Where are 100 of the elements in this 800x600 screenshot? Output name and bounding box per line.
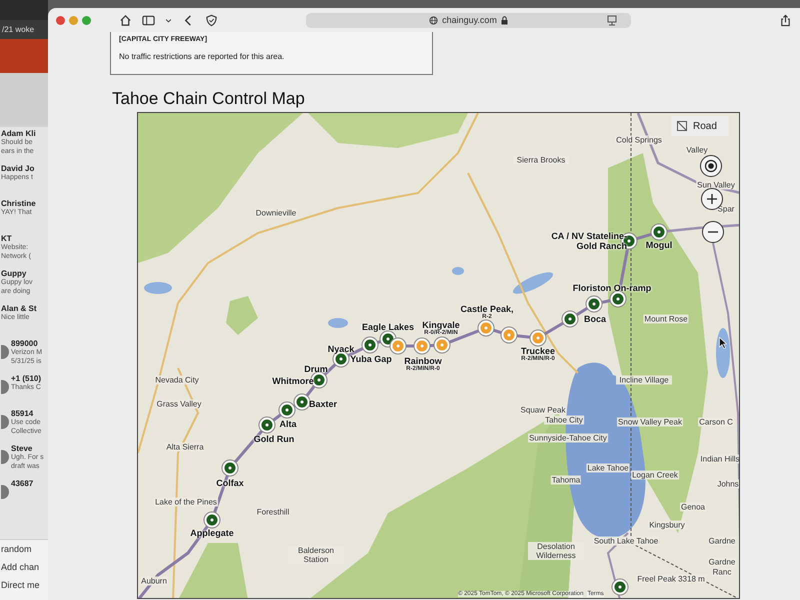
- place-label: Squaw Peak: [520, 406, 566, 414]
- station-label: Rainbow: [404, 356, 442, 366]
- contact-name: Alan & St: [1, 304, 37, 313]
- conversation-item[interactable]: 43687: [0, 477, 48, 512]
- station-marker[interactable]: [380, 332, 396, 346]
- contact-name: 43687: [11, 479, 34, 488]
- place-label: Sierra Brooks: [513, 156, 569, 164]
- station-marker[interactable]: [610, 292, 626, 306]
- place-label: Balderson Station: [288, 546, 344, 564]
- share-icon[interactable]: [779, 14, 792, 26]
- place-label: Lake of the Pines: [154, 498, 218, 506]
- app-title-bar: [0, 0, 48, 20]
- place-label: Gardne: [708, 536, 736, 546]
- contact-name: Adam Kli: [1, 129, 36, 138]
- place-label: Sunnyside-Tahoe City: [528, 434, 608, 442]
- station-label: CA / NV Stateline-Gold Ranch: [550, 231, 627, 251]
- place-label: Lake Tahoe: [586, 464, 630, 472]
- notice-text: No traffic restrictions are reported for this area.: [119, 52, 286, 61]
- station-label: Baxter: [309, 399, 337, 409]
- plus-icon: [705, 192, 719, 206]
- place-label: Grass Valley: [156, 400, 202, 408]
- contact-name: Steve: [11, 444, 34, 453]
- place-label: Alta Sierra: [165, 442, 205, 452]
- station-marker[interactable]: [294, 394, 310, 410]
- station-marker[interactable]: [434, 338, 450, 352]
- place-label: Sun Valley: [696, 180, 736, 190]
- station-label: Mogul: [646, 240, 672, 250]
- station-marker[interactable]: [260, 418, 274, 432]
- station-marker[interactable]: [478, 320, 494, 336]
- place-label: Indian Hills: [699, 454, 739, 464]
- station-label: Eagle Lakes: [362, 322, 414, 332]
- contact-name: KT: [1, 234, 13, 243]
- mouse-pointer-icon: [719, 337, 727, 349]
- home-icon[interactable]: [119, 14, 132, 26]
- place-label: South Lake Tahoe: [592, 536, 660, 546]
- station-label: Nyack: [328, 344, 354, 354]
- station-marker[interactable]: [530, 330, 546, 346]
- place-label: Tahoma: [550, 476, 582, 484]
- station-label: Alta: [280, 419, 296, 429]
- station-label: Whitmore: [272, 376, 314, 386]
- station-marker[interactable]: [414, 338, 430, 354]
- maximize-icon[interactable]: [82, 16, 91, 24]
- place-label: Freel Peak 3318 m: [636, 574, 706, 584]
- contact-name: 899000: [11, 339, 39, 348]
- globe-icon: [429, 16, 438, 24]
- station-marker[interactable]: [652, 224, 666, 240]
- station-label: Drum: [304, 364, 328, 374]
- layers-icon: [677, 121, 687, 131]
- place-label: Gardne: [708, 558, 736, 566]
- station-marker[interactable]: [586, 296, 602, 312]
- page-heading: Tahoe Chain Control Map: [112, 89, 306, 109]
- workspace-title: /21 woke: [0, 20, 48, 39]
- place-label: Genoa: [680, 502, 706, 512]
- sidebar-icon[interactable]: [142, 14, 155, 26]
- zoom-out-button[interactable]: [702, 221, 724, 243]
- station-marker[interactable]: [312, 372, 326, 388]
- station-label: Kingvale: [422, 320, 460, 330]
- station-marker[interactable]: [502, 328, 516, 342]
- contact-name: +1 (510): [11, 374, 42, 383]
- url-text: chainguy.com: [442, 15, 497, 25]
- sidebar-header-panel: [0, 73, 48, 127]
- map-style-button[interactable]: Road: [671, 116, 729, 136]
- station-marker[interactable]: [362, 338, 378, 352]
- place-label: Johns: [716, 480, 739, 488]
- station-marker[interactable]: [204, 512, 220, 528]
- station-label: Applegate: [190, 528, 234, 538]
- place-label: Ranc: [712, 568, 732, 576]
- lock-icon: [500, 16, 508, 24]
- station-label: Truckee: [520, 346, 556, 356]
- app-banner: [0, 39, 48, 73]
- place-label: Nevada City: [154, 376, 200, 384]
- place-label: Auburn: [140, 576, 168, 586]
- contact-name: Guppy: [1, 269, 28, 278]
- station-marker[interactable]: [612, 580, 628, 594]
- station-label: Yuba Gap: [350, 354, 392, 364]
- station-label: Floriston On-ramp: [572, 283, 652, 293]
- locate-button[interactable]: [700, 155, 722, 177]
- place-label: Logan Creek: [631, 470, 679, 480]
- shield-icon[interactable]: [205, 14, 218, 26]
- close-icon[interactable]: [56, 16, 65, 24]
- station-marker[interactable]: [280, 402, 294, 418]
- target-icon: [704, 159, 718, 173]
- address-bar[interactable]: chainguy.com: [306, 12, 631, 28]
- station-marker[interactable]: [390, 338, 406, 354]
- contact-name: David Jo: [1, 164, 34, 173]
- place-label: Valley: [685, 146, 709, 154]
- place-label: Cold Springs: [615, 136, 663, 144]
- place-label: Kingsbury: [648, 520, 686, 530]
- station-marker[interactable]: [562, 312, 578, 326]
- station-label: Gold Run: [254, 434, 294, 444]
- contact-name: 85914: [11, 409, 34, 418]
- place-label: Snow Valley Peak: [617, 418, 683, 426]
- place-label: Mount Rose: [643, 314, 689, 324]
- station-marker[interactable]: [222, 460, 238, 476]
- station-label: Colfax: [216, 478, 244, 488]
- contact-name: Christine: [1, 199, 36, 208]
- station-label: Castle Peak,: [460, 304, 514, 314]
- place-label: Desolation Wilderness: [528, 542, 584, 560]
- place-label: Foresthill: [256, 508, 290, 516]
- place-label: Incline Village: [616, 376, 672, 384]
